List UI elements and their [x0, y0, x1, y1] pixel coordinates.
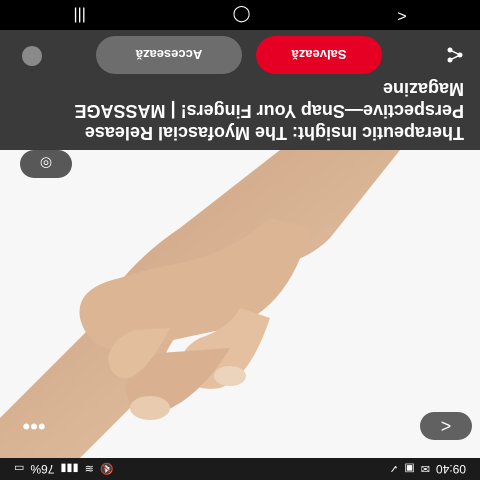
- signal-icon: ▮▮▮: [60, 462, 79, 475]
- nav-bar: < ◯ |||: [0, 0, 480, 30]
- nav-recents-button[interactable]: |||: [73, 6, 85, 24]
- share-button[interactable]: [446, 41, 464, 64]
- more-options-button[interactable]: •••: [8, 412, 60, 440]
- back-icon: <: [440, 416, 452, 437]
- share-icon: [447, 47, 463, 63]
- check-icon: ✓: [389, 462, 399, 475]
- battery-level: 76%: [30, 462, 55, 476]
- nav-back-button[interactable]: <: [397, 6, 406, 24]
- visit-button[interactable]: Accesează: [96, 36, 242, 74]
- visual-search-button[interactable]: ◎: [20, 150, 72, 178]
- source-logo-icon[interactable]: [22, 46, 42, 66]
- nav-home-button[interactable]: ◯: [233, 5, 251, 25]
- more-icon: •••: [22, 414, 46, 439]
- lens-icon: ◎: [39, 156, 53, 173]
- mute-icon: 🔇: [99, 462, 114, 475]
- time: 09:40: [435, 462, 466, 476]
- battery-icon: ▭: [14, 462, 25, 475]
- status-bar: 09:40 ✉ ▣ ✓ 🔇 ≋ ▮▮▮ 76% ▭: [0, 458, 480, 480]
- screen: 09:40 ✉ ▣ ✓ 🔇 ≋ ▮▮▮ 76% ▭ < ••• ◎ Therap…: [0, 0, 480, 480]
- notification-icon: ✉: [420, 462, 430, 475]
- wifi-icon: ≋: [84, 462, 94, 475]
- pin-header: Therapeutic Insight: The Myofascial Rele…: [0, 30, 480, 150]
- pin-image[interactable]: < ••• ◎: [0, 150, 480, 458]
- save-button[interactable]: Salvează: [256, 36, 382, 74]
- pin-title: Therapeutic Insight: The Myofascial Rele…: [74, 79, 464, 143]
- close-button[interactable]: <: [420, 412, 472, 440]
- image-icon: ▣: [404, 462, 415, 475]
- hand-snap-photo: [0, 150, 400, 458]
